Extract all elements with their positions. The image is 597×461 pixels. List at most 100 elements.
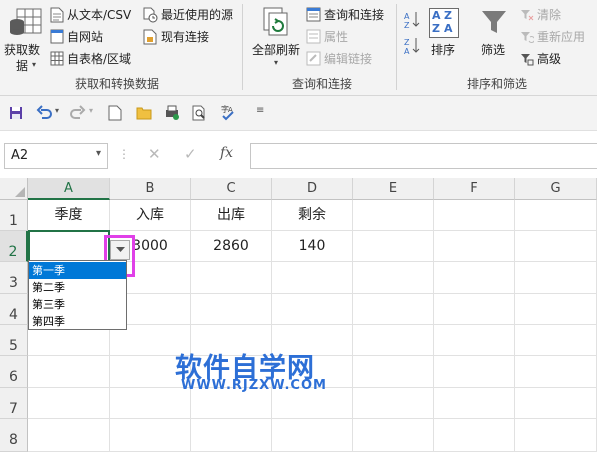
dropdown-option-3[interactable]: 第三季 [29,296,126,313]
dropdown-option-1[interactable]: 第一季 [29,262,126,279]
cell-c1[interactable]: 出库 [191,200,272,231]
row-header-4[interactable]: 4 [0,294,28,325]
undo-dropdown-icon[interactable]: ▾ [55,106,59,115]
sort-za-button[interactable]: Z A [402,36,422,56]
redo-dropdown-icon[interactable]: ▾ [89,106,93,115]
dropdown-option-2[interactable]: 第二季 [29,279,126,296]
grid-cell[interactable] [353,294,434,325]
grid-cell[interactable] [515,262,597,294]
refresh-icon [263,7,288,36]
grid-cell[interactable] [434,325,515,356]
grid-cell[interactable] [434,231,515,262]
column-header-e[interactable]: E [353,178,434,200]
grid-cell[interactable] [434,294,515,325]
print-preview-icon[interactable] [164,105,180,121]
new-file-icon[interactable] [108,105,122,121]
column-header-c[interactable]: C [191,178,272,200]
from-table-button[interactable]: 自表格/区域 [50,50,140,68]
grid-cell[interactable] [191,294,272,325]
column-header-a[interactable]: A [28,178,110,200]
column-header-g[interactable]: G [515,178,597,200]
dropdown-option-4[interactable]: 第四季 [29,313,126,330]
grid-cell[interactable] [434,388,515,419]
grid-cell[interactable] [191,262,272,294]
queries-connections-button[interactable]: 查询和连接 [306,6,392,24]
existing-connections-button[interactable]: 现有连接 [143,28,237,46]
cell-c2[interactable]: 2860 [191,231,272,262]
row-header-1[interactable]: 1 [0,200,28,231]
cell-b1[interactable]: 入库 [110,200,191,231]
save-icon[interactable] [9,106,23,120]
from-web-button[interactable]: 自网站 [50,28,140,46]
grid-cell[interactable] [28,419,110,452]
grid-cell[interactable] [110,388,191,419]
grid-cell[interactable] [515,356,597,388]
select-all-corner[interactable] [0,178,28,200]
clear-filter-button[interactable]: 清除 [520,6,590,24]
row-header-7[interactable]: 7 [0,388,28,419]
grid-cell[interactable] [191,419,272,452]
redo-icon[interactable] [70,105,86,121]
sort-az-button[interactable]: A Z [402,10,422,30]
grid-cell[interactable] [272,419,353,452]
validation-dropdown-list[interactable]: 第一季 第二季 第三季 第四季 [28,260,127,330]
customize-toolbar-icon[interactable]: ≡ [256,105,264,116]
grid-cell[interactable] [353,419,434,452]
grid-cell[interactable] [434,419,515,452]
row-header-3[interactable]: 3 [0,262,28,294]
open-folder-icon[interactable] [136,106,152,120]
name-box[interactable]: A2 ▾ [4,143,108,169]
grid-cell[interactable] [353,200,434,231]
cell-d1[interactable]: 剩余 [272,200,353,231]
column-header-d[interactable]: D [272,178,353,200]
cell-a1[interactable]: 季度 [28,200,110,231]
funnel-icon [482,11,506,33]
sort-button[interactable]: A Z Z A 排序 [426,4,462,70]
undo-icon[interactable] [36,105,52,121]
spell-check-icon[interactable]: 字A [220,104,238,122]
grid-cell[interactable] [272,262,353,294]
grid-cell[interactable] [353,388,434,419]
from-text-csv-button[interactable]: 从文本/CSV [50,6,140,24]
row-header-5[interactable]: 5 [0,325,28,356]
grid-cell[interactable] [353,262,434,294]
cell-d2[interactable]: 140 [272,231,353,262]
row-header-8[interactable]: 8 [0,419,28,452]
reapply-button[interactable]: 重新应用 [520,28,597,46]
grid-cell[interactable] [515,231,597,262]
magnifier-page-icon[interactable] [192,105,208,121]
grid-cell[interactable] [434,200,515,231]
grid-cell[interactable] [28,356,110,388]
grid-cell[interactable] [28,388,110,419]
grid-cell[interactable] [353,325,434,356]
recent-sources-button[interactable]: 最近使用的源 [143,6,237,24]
properties-button[interactable]: 属性 [306,28,392,46]
formula-input[interactable] [250,143,597,169]
grid-cell[interactable] [515,388,597,419]
grid-cell[interactable] [515,325,597,356]
row-header-2[interactable]: 2 [0,231,28,262]
grid-cell[interactable] [110,419,191,452]
grid-cell[interactable] [515,419,597,452]
grid-cell[interactable] [272,294,353,325]
active-cell-a2[interactable] [28,230,110,263]
grid-cell[interactable] [515,294,597,325]
grid-cell[interactable] [515,200,597,231]
refresh-all-button[interactable]: 全部刷新 ▾ [248,4,302,70]
get-data-button[interactable]: 获取数 据 ▾ [2,4,48,73]
name-box-dropdown-icon[interactable]: ▾ [96,148,101,159]
edit-links-button[interactable]: 编辑链接 [306,50,392,68]
formula-bar-grip-icon[interactable]: ⋮ [118,147,130,161]
advanced-filter-button[interactable]: 高级 [520,50,590,68]
column-header-b[interactable]: B [110,178,191,200]
column-header-f[interactable]: F [434,178,515,200]
grid-cell[interactable] [353,231,434,262]
grid-cell[interactable] [353,356,434,388]
confirm-entry-icon[interactable]: ✓ [184,145,197,163]
cancel-entry-icon[interactable]: ✕ [148,145,161,163]
filter-button[interactable]: 筛选 [476,4,512,70]
row-header-6[interactable]: 6 [0,356,28,388]
insert-function-icon[interactable]: fx [220,145,233,161]
grid-cell[interactable] [434,356,515,388]
grid-cell[interactable] [434,262,515,294]
